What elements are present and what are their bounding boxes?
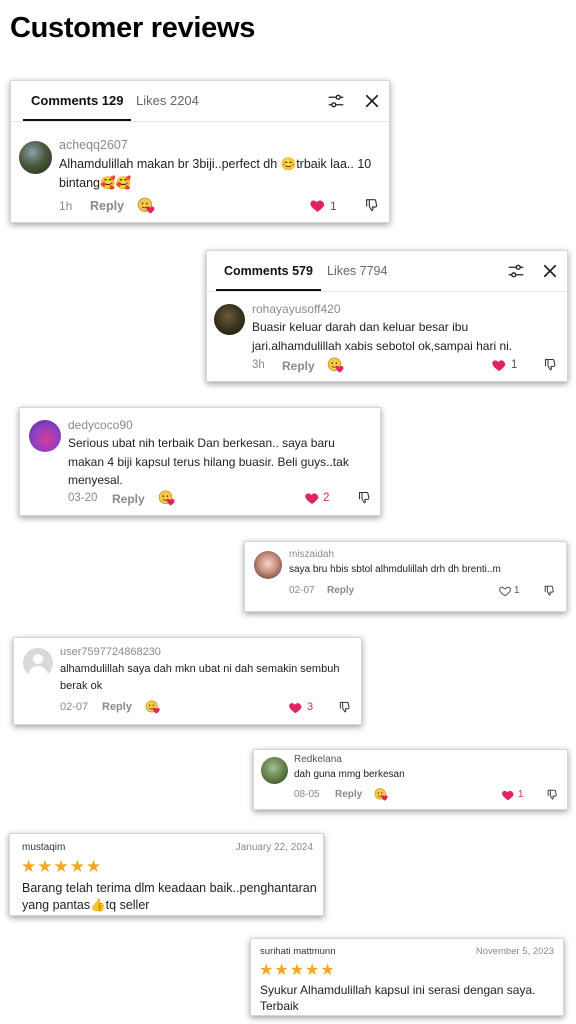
comment-username[interactable]: user7597724868230 bbox=[60, 646, 161, 658]
comment-time: 02-07 bbox=[60, 701, 89, 713]
avatar[interactable] bbox=[254, 551, 282, 579]
filter-sliders-icon[interactable] bbox=[507, 262, 525, 280]
thumbs-down-icon[interactable] bbox=[543, 584, 556, 597]
tab-comments[interactable]: Comments 129 bbox=[22, 81, 133, 121]
thumbs-down-icon[interactable] bbox=[546, 788, 559, 801]
heart-icon[interactable] bbox=[309, 197, 326, 214]
page-title: Customer reviews bbox=[10, 12, 256, 44]
emoji-love-icon[interactable] bbox=[158, 489, 176, 507]
comment-card: dedycoco90 Serious ubat nih terbaik Dan … bbox=[19, 407, 381, 516]
avatar[interactable] bbox=[261, 757, 288, 784]
review-text: Syukur Alhamdulillah kapsul ini serasi d… bbox=[260, 983, 536, 1014]
comment-time: 03-20 bbox=[68, 492, 98, 504]
comment-text: Alhamdulillah makan br 3biji..perfect dh… bbox=[59, 157, 372, 191]
avatar-placeholder-icon bbox=[33, 654, 43, 664]
thumbs-down-icon[interactable] bbox=[543, 357, 558, 372]
comment-time: 1h bbox=[59, 199, 73, 213]
reply-button[interactable]: Reply bbox=[90, 199, 124, 213]
comment-time: 08-05 bbox=[294, 789, 320, 800]
reply-button[interactable]: Reply bbox=[327, 585, 354, 596]
comment-time: 02-07 bbox=[289, 585, 315, 596]
like-count: 1 bbox=[330, 199, 337, 213]
thumbs-down-icon[interactable] bbox=[364, 197, 380, 213]
like-count: 1 bbox=[511, 359, 518, 371]
comment-text: dah guna mmg berkesan bbox=[294, 769, 405, 780]
comment-text: Buasir keluar darah dan keluar besar ibu… bbox=[252, 320, 513, 353]
avatar[interactable] bbox=[214, 304, 245, 335]
tab-likes[interactable]: Likes 7794 bbox=[327, 251, 387, 291]
avatar[interactable] bbox=[19, 141, 52, 174]
comment-text: saya bru hbis sbtol alhmdulillah drh dh … bbox=[289, 564, 501, 575]
reply-button[interactable]: Reply bbox=[102, 701, 132, 713]
reviewer-name: mustaqim bbox=[22, 842, 66, 853]
comment-time: 3h bbox=[252, 359, 265, 371]
emoji-love-icon[interactable] bbox=[137, 196, 156, 215]
comment-card: Comments 129 Likes 2204 acheqq2607 Alham… bbox=[10, 80, 390, 223]
close-icon[interactable] bbox=[363, 92, 381, 110]
avatar[interactable] bbox=[23, 648, 53, 678]
tab-likes[interactable]: Likes 2204 bbox=[136, 81, 199, 121]
like-count: 1 bbox=[518, 789, 524, 800]
review-text: Barang telah terima dlm keadaan baik..pe… bbox=[22, 881, 317, 912]
heart-icon[interactable] bbox=[501, 788, 515, 802]
like-count: 1 bbox=[514, 585, 520, 596]
heart-icon[interactable] bbox=[491, 357, 507, 373]
avatar[interactable] bbox=[29, 420, 61, 452]
comments-header: Comments 579 Likes 7794 bbox=[207, 251, 567, 292]
comment-card: Redkelana dah guna mmg berkesan 08-05 Re… bbox=[253, 749, 568, 810]
like-count: 3 bbox=[307, 701, 314, 713]
reviewer-name: surihati mattmunn bbox=[260, 946, 336, 957]
filter-sliders-icon[interactable] bbox=[327, 92, 345, 110]
tab-comments[interactable]: Comments 579 bbox=[216, 251, 321, 291]
comment-username[interactable]: rohayayusoff420 bbox=[252, 302, 341, 316]
emoji-love-icon[interactable] bbox=[327, 356, 345, 374]
review-card: mustaqim January 22, 2024 ★★★★★ Barang t… bbox=[9, 833, 324, 916]
reply-button[interactable]: Reply bbox=[335, 789, 362, 800]
heart-icon[interactable] bbox=[288, 700, 303, 715]
review-date: November 5, 2023 bbox=[475, 946, 554, 957]
comment-text: alhamdulillah saya dah mkn ubat ni dah s… bbox=[60, 663, 340, 693]
like-count: 2 bbox=[323, 492, 330, 504]
comment-username[interactable]: acheqq2607 bbox=[59, 138, 128, 152]
star-rating: ★★★★★ bbox=[21, 857, 103, 876]
star-rating: ★★★★★ bbox=[259, 962, 336, 979]
comment-username[interactable]: miszaidah bbox=[289, 549, 334, 560]
comment-card: Comments 579 Likes 7794 rohayayusoff420 … bbox=[206, 250, 568, 382]
thumbs-down-icon[interactable] bbox=[357, 490, 372, 505]
comments-header: Comments 129 Likes 2204 bbox=[11, 81, 389, 122]
review-card: surihati mattmunn November 5, 2023 ★★★★★… bbox=[250, 938, 564, 1016]
comment-card: user7597724868230 alhamdulillah saya dah… bbox=[13, 637, 362, 725]
emoji-love-icon[interactable] bbox=[145, 699, 161, 715]
heart-outline-icon[interactable] bbox=[498, 584, 512, 598]
comment-username[interactable]: dedycoco90 bbox=[68, 418, 133, 432]
review-date: January 22, 2024 bbox=[235, 842, 313, 853]
emoji-love-icon[interactable] bbox=[374, 787, 389, 802]
comment-text: Serious ubat nih terbaik Dan berkesan.. … bbox=[68, 436, 349, 488]
close-icon[interactable] bbox=[541, 262, 559, 280]
comment-card: miszaidah saya bru hbis sbtol alhmdulill… bbox=[244, 541, 567, 612]
comment-username[interactable]: Redkelana bbox=[294, 754, 342, 765]
heart-icon[interactable] bbox=[304, 490, 320, 506]
reply-button[interactable]: Reply bbox=[112, 492, 145, 506]
thumbs-down-icon[interactable] bbox=[338, 700, 352, 714]
reply-button[interactable]: Reply bbox=[282, 359, 315, 373]
